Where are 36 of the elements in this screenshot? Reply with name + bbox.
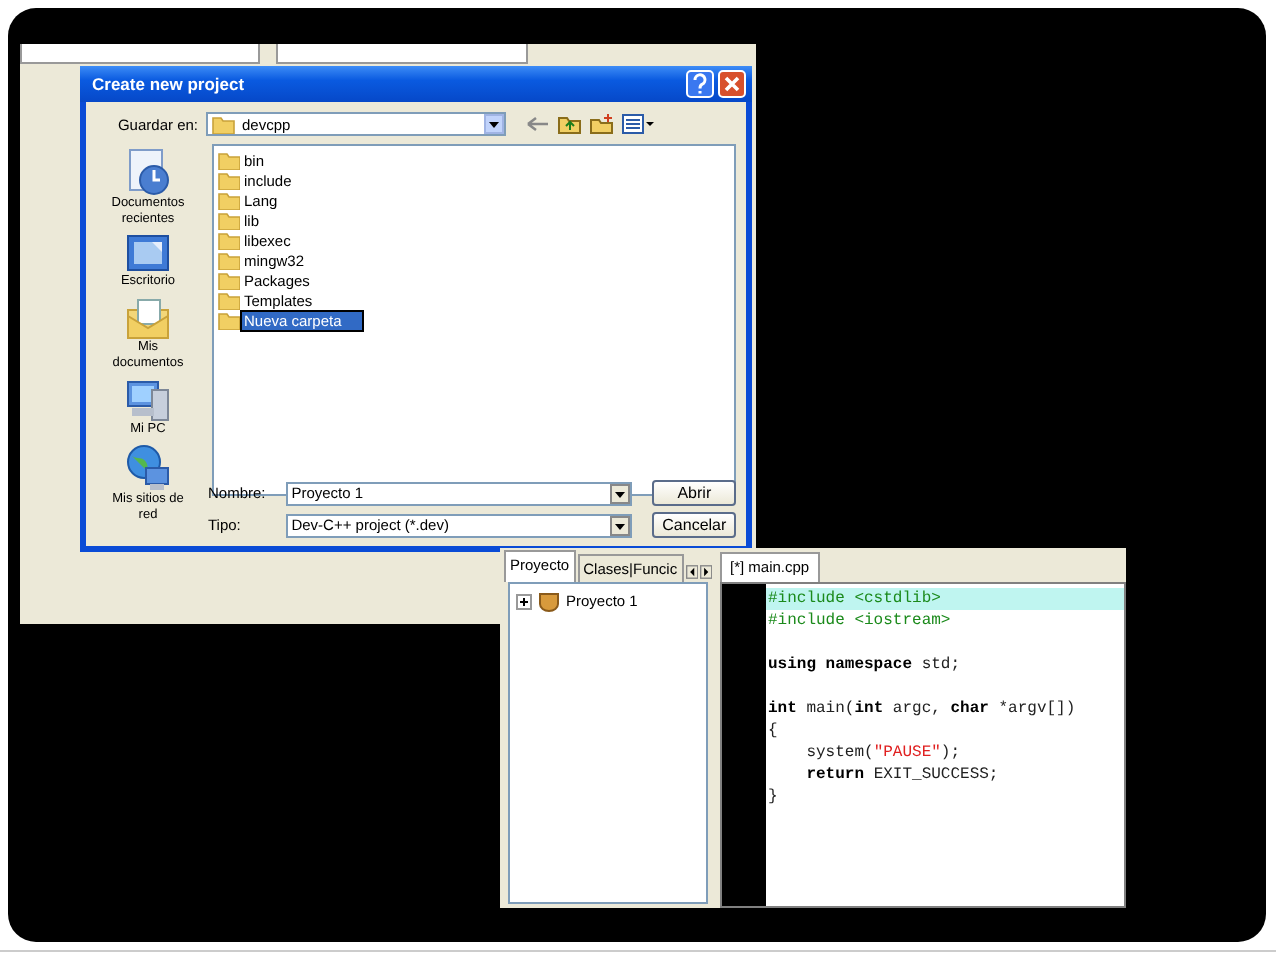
scroll-left-icon (685, 562, 698, 582)
folder-icon (218, 210, 240, 230)
code-line: using namespace std; (766, 654, 963, 676)
folder-icon (218, 290, 240, 310)
desktop-icon (124, 234, 172, 274)
back-arrow-icon (526, 114, 550, 134)
code-line: } (766, 786, 780, 808)
code-line: int main(int argc, char *argv[]) (766, 698, 1078, 720)
dropdown-field[interactable] (20, 44, 260, 64)
folder-icon (218, 270, 240, 290)
code-line: #include <iostream> (766, 610, 953, 632)
code-editor[interactable]: #include <cstdlib> #include <iostream> using namespace std; int main(int argc, char *argv[]) { system("PAUSE"); return EXIT_SUCCESS; } (720, 582, 1126, 908)
null-button[interactable]: Abrir (652, 480, 736, 506)
folder-icon (218, 230, 240, 250)
project-icon (538, 590, 560, 612)
code-line: return EXIT_SUCCESS; (804, 764, 1001, 786)
dropdown-field[interactable] (276, 44, 528, 64)
computer-icon (124, 378, 172, 422)
folder-icon (218, 190, 240, 210)
network-globe-icon (124, 444, 172, 492)
folder-icon (218, 150, 240, 170)
help-button[interactable] (686, 70, 714, 98)
folder-icon (218, 250, 240, 270)
folder-document-icon (124, 296, 172, 340)
new-folder-icon (590, 114, 614, 134)
scroll-right-icon (699, 562, 712, 582)
code-line: { (766, 720, 780, 742)
folder-icon (218, 170, 240, 190)
folder-icon (212, 114, 236, 134)
up-folder-icon (558, 114, 582, 134)
close-button[interactable] (718, 70, 746, 98)
null-button[interactable]: Cancelar (652, 512, 736, 538)
view-menu-icon (622, 114, 654, 134)
folder-icon (218, 310, 240, 330)
window-title: Create new project (92, 74, 247, 94)
code-line: system("PAUSE"); (804, 742, 963, 764)
